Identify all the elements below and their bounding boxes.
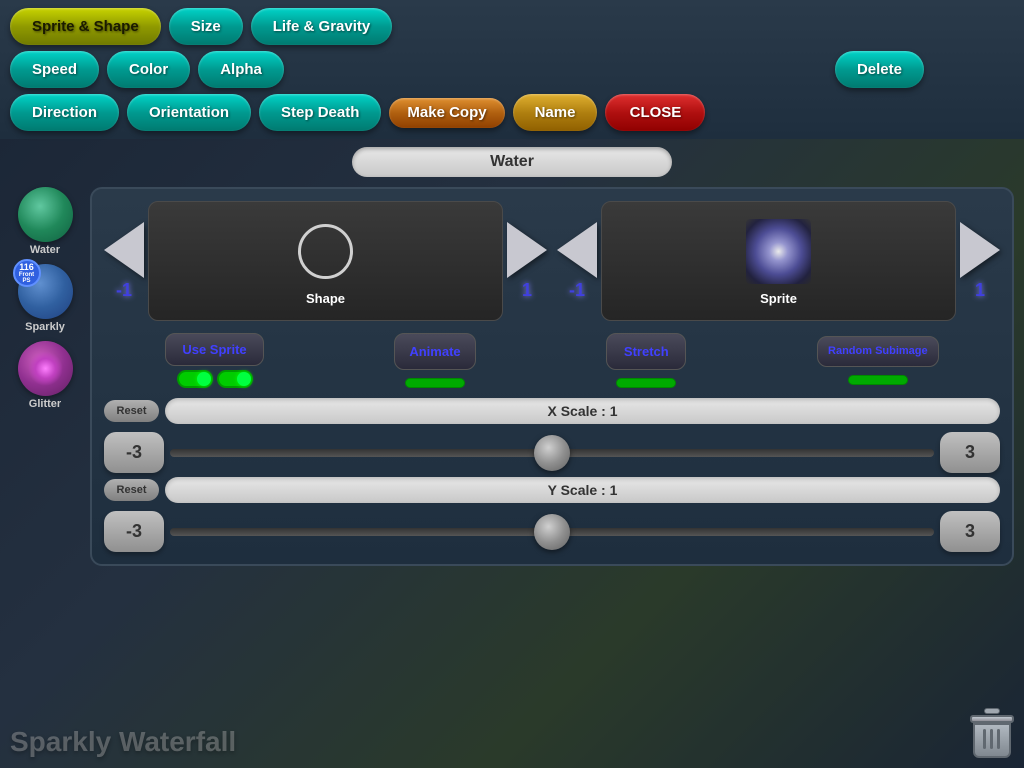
x-scale-reset-button[interactable]: Reset [104, 400, 159, 422]
trash-lid [970, 715, 1014, 723]
y-scale-slider-track[interactable] [170, 528, 934, 536]
main-content: Water Water 116 Front PS Sparkly [0, 139, 1024, 574]
shape-prev-button[interactable]: -1 [104, 222, 144, 301]
shape-sprite-row: -1 Shape 1 [104, 201, 1000, 321]
x-scale-section: Reset X Scale : 1 -3 3 [104, 398, 1000, 473]
make-copy-button[interactable]: Make Copy [389, 98, 504, 128]
shape-preview-box: Shape [148, 201, 503, 321]
y-scale-max-button[interactable]: 3 [940, 511, 1000, 552]
x-scale-label: X Scale : 1 [165, 398, 1000, 424]
right-arrow-icon [507, 222, 547, 278]
shape-selector-group: -1 Shape 1 [104, 201, 547, 321]
shape-right-val: 1 [522, 280, 532, 301]
shape-left-val: -1 [116, 280, 132, 301]
particle-water[interactable]: Water [18, 187, 73, 256]
shape-preview [291, 217, 361, 287]
animate-group: Animate [394, 333, 475, 388]
random-subimage-group: Random Subimage [817, 336, 939, 385]
particle-list: Water 116 Front PS Sparkly Glitte [10, 187, 80, 566]
toggle-switch-1[interactable] [177, 370, 213, 388]
speed-button[interactable]: Speed [10, 51, 99, 88]
sprite-left-arrow-icon [557, 222, 597, 278]
toggle-switches [177, 370, 253, 388]
animate-indicator [405, 378, 465, 388]
alpha-button[interactable]: Alpha [198, 51, 284, 88]
animate-button[interactable]: Animate [394, 333, 475, 370]
trash-handle [984, 708, 1000, 714]
random-subimage-indicator [848, 375, 908, 385]
particle-name-bar: Water [352, 147, 672, 177]
color-button[interactable]: Color [107, 51, 190, 88]
y-scale-min-button[interactable]: -3 [104, 511, 164, 552]
direction-button[interactable]: Direction [10, 94, 119, 131]
bottom-title: Sparkly Waterfall [10, 726, 236, 758]
close-button[interactable]: CLOSE [605, 94, 705, 131]
water-label: Water [18, 244, 73, 256]
front-badge: 116 Front PS [13, 259, 41, 287]
left-arrow-icon [104, 222, 144, 278]
sprite-right-arrow-icon [960, 222, 1000, 278]
sprite-prev-button[interactable]: -1 [557, 222, 597, 301]
y-scale-section: Reset Y Scale : 1 -3 3 [104, 477, 1000, 552]
sparkly-label: Sparkly [18, 321, 73, 333]
step-death-button[interactable]: Step Death [259, 94, 381, 131]
sprite-preview [744, 217, 814, 287]
x-scale-slider-track[interactable] [170, 449, 934, 457]
glitter-circle [18, 341, 73, 396]
sprite-shape-button[interactable]: Sprite & Shape [10, 8, 161, 45]
nav-bar: Sprite & Shape Size Life & Gravity Speed… [0, 0, 1024, 139]
particle-glitter[interactable]: Glitter [18, 341, 73, 410]
shape-next-button[interactable]: 1 [507, 222, 547, 301]
name-button[interactable]: Name [513, 94, 598, 131]
stretch-indicator [616, 378, 676, 388]
sprite-label: Sprite [760, 291, 797, 306]
particle-sparkly[interactable]: 116 Front PS Sparkly [18, 264, 73, 333]
random-subimage-button[interactable]: Random Subimage [817, 336, 939, 367]
x-scale-max-button[interactable]: 3 [940, 432, 1000, 473]
center-panel: -1 Shape 1 [90, 187, 1014, 566]
trash-icon[interactable] [969, 708, 1014, 758]
sprite-next-button[interactable]: 1 [960, 222, 1000, 301]
delete-button[interactable]: Delete [835, 51, 924, 88]
use-sprite-group: Use Sprite [165, 333, 263, 388]
stretch-button[interactable]: Stretch [606, 333, 686, 370]
y-scale-label-row: Reset Y Scale : 1 [104, 477, 1000, 503]
life-gravity-button[interactable]: Life & Gravity [251, 8, 393, 45]
sprite-preview-box: Sprite [601, 201, 956, 321]
y-scale-reset-button[interactable]: Reset [104, 479, 159, 501]
x-scale-label-row: Reset X Scale : 1 [104, 398, 1000, 424]
sprite-image [746, 219, 811, 284]
sprite-right-val: 1 [975, 280, 985, 301]
sprite-selector-group: -1 Sprite 1 [557, 201, 1000, 321]
y-scale-slider-thumb[interactable] [534, 514, 570, 550]
shape-label: Shape [306, 291, 345, 306]
y-scale-label: Y Scale : 1 [165, 477, 1000, 503]
y-scale-slider-row: -3 3 [104, 511, 1000, 552]
sparkly-circle: 116 Front PS [18, 264, 73, 319]
x-scale-slider-thumb[interactable] [534, 435, 570, 471]
size-button[interactable]: Size [169, 8, 243, 45]
trash-body [973, 723, 1011, 758]
toggle-switch-2[interactable] [217, 370, 253, 388]
x-scale-slider-row: -3 3 [104, 432, 1000, 473]
x-scale-min-button[interactable]: -3 [104, 432, 164, 473]
action-buttons-row: Use Sprite Animate Stretch [104, 333, 1000, 388]
stretch-group: Stretch [606, 333, 686, 388]
water-circle [18, 187, 73, 242]
use-sprite-button[interactable]: Use Sprite [165, 333, 263, 366]
sprite-left-val: -1 [569, 280, 585, 301]
orientation-button[interactable]: Orientation [127, 94, 251, 131]
circle-shape [298, 224, 353, 279]
glitter-label: Glitter [18, 398, 73, 410]
